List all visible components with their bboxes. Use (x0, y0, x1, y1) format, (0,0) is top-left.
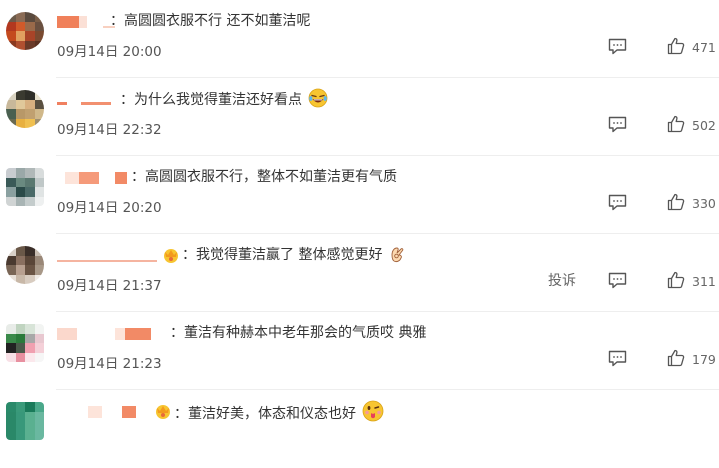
reply-icon[interactable] (608, 350, 627, 367)
comment-time: 09月14日 21:37 (57, 278, 162, 294)
comment-time: 09月14日 20:20 (57, 200, 162, 216)
comment-item: ：高圆圆衣服不行 还不如董洁呢 09月14日 20:00 471 (0, 0, 719, 78)
comment-item: ：为什么我觉得董洁还好看点 09月14日 22:32 502 (0, 78, 719, 156)
tongue-out-emoji (363, 400, 384, 422)
comment-item: ：高圆圆衣服不行，整体不如董洁更有气质 09月14日 20:20 330 (0, 156, 719, 234)
comment-time: 09月14日 21:23 (57, 356, 162, 372)
comment-item: ：我觉得董洁赢了 整体感觉更好 09月14日 21:37 投诉 311 (0, 234, 719, 312)
like-icon[interactable] (667, 271, 685, 289)
comment-text: ：高圆圆衣服不行，整体不如董洁更有气质 (131, 169, 397, 185)
like-count: 311 (692, 274, 716, 289)
avatar[interactable] (6, 90, 44, 128)
comment-text: ：董洁有种赫本中老年那会的气质哎 典雅 (170, 325, 427, 341)
like-count: 502 (692, 118, 716, 133)
reply-icon[interactable] (608, 38, 627, 55)
report-button[interactable]: 投诉 (548, 270, 576, 290)
avatar[interactable] (6, 324, 44, 362)
username-blurred[interactable] (88, 406, 136, 418)
avatar[interactable] (6, 168, 44, 206)
username-blurred[interactable] (57, 16, 115, 28)
crown-badge (164, 249, 178, 263)
username-blurred[interactable] (65, 172, 127, 184)
like-icon[interactable] (667, 349, 685, 367)
reply-icon[interactable] (608, 194, 627, 211)
comment-text: ：董洁好美，体态和仪态也好 (174, 400, 384, 423)
comment-item: ：董洁好美，体态和仪态也好 (0, 390, 719, 468)
avatar[interactable] (6, 12, 44, 50)
username-blurred[interactable] (57, 250, 157, 262)
reply-icon[interactable] (608, 272, 627, 289)
username-blurred[interactable] (57, 328, 151, 340)
comment-text: ：我觉得董洁赢了 整体感觉更好 (182, 244, 405, 264)
ok-hand-emoji (391, 247, 404, 263)
like-icon[interactable] (667, 37, 685, 55)
laugh-emoji (309, 88, 328, 108)
comment-text: ：为什么我觉得董洁还好看点 (120, 88, 328, 109)
username-blurred[interactable] (57, 94, 111, 106)
like-icon[interactable] (667, 115, 685, 133)
avatar[interactable] (6, 246, 44, 284)
reply-icon[interactable] (608, 116, 627, 133)
comment-text: ：高圆圆衣服不行 还不如董洁呢 (110, 13, 311, 29)
like-count: 330 (692, 196, 716, 211)
comment-item: ：董洁有种赫本中老年那会的气质哎 典雅 09月14日 21:23 179 (0, 312, 719, 390)
like-icon[interactable] (667, 193, 685, 211)
like-count: 179 (692, 352, 716, 367)
comment-time: 09月14日 22:32 (57, 122, 162, 138)
like-count: 471 (692, 40, 716, 55)
comment-time: 09月14日 20:00 (57, 44, 162, 60)
avatar[interactable] (6, 402, 44, 440)
crown-badge (156, 405, 170, 419)
